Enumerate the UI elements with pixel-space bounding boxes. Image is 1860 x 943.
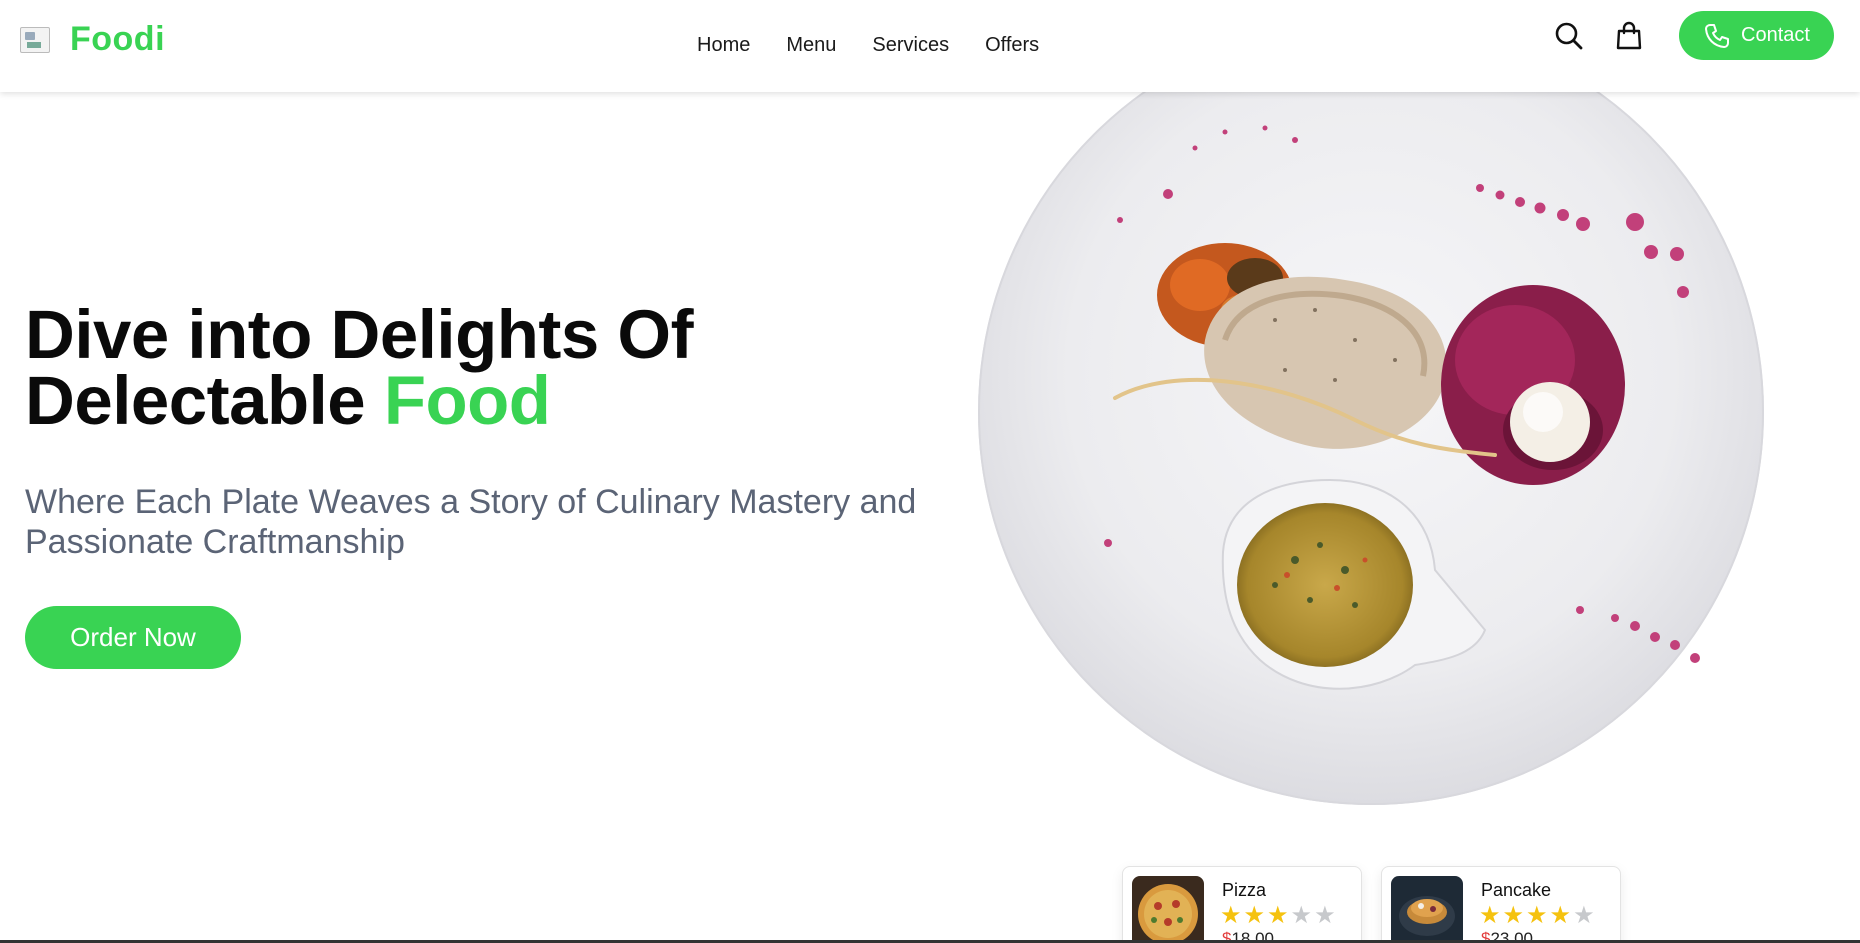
hero-title-line2: Delectable [25,362,384,439]
cart-button[interactable] [1609,16,1649,56]
main-nav: Home Menu Services Offers [697,34,1075,57]
nav-services[interactable]: Services [872,34,949,57]
star-icon: ★ [1479,902,1501,929]
food-card-pizza[interactable]: Pizza ★ ★ ★ ★ ★ $18.00 [1122,866,1362,943]
star-icon: ★ [1549,902,1572,929]
pancake-thumbnail [1391,876,1463,943]
hero-title: Dive into Delights Of Delectable Food [25,300,694,435]
rating-stars: ★ ★ ★ ★ ★ [1479,904,1597,928]
nav-offers[interactable]: Offers [985,34,1039,57]
contact-label: Contact [1741,24,1810,46]
star-icon: ★ [1267,902,1289,929]
pizza-thumbnail [1132,876,1204,943]
card-name: Pizza [1222,880,1267,900]
star-icon: ★ [1573,902,1595,929]
shopping-bag-icon [1616,21,1642,49]
star-icon: ★ [1502,902,1525,929]
phone-icon [1705,23,1730,48]
nav-menu[interactable]: Menu [786,34,836,57]
hero-subtitle: Where Each Plate Weaves a Story of Culin… [25,483,917,561]
food-card-pancake[interactable]: Pancake ★ ★ ★ ★ ★ $23.00 [1381,866,1621,943]
hero-food-image [975,40,1775,810]
rating-stars: ★ ★ ★ ★ ★ [1220,904,1338,928]
order-now-button[interactable]: Order Now [25,606,241,669]
star-icon: ★ [1526,902,1548,929]
star-icon: ★ [1290,902,1313,929]
hero-title-accent: Food [383,362,551,439]
star-icon: ★ [1243,902,1266,929]
card-name: Pancake [1481,880,1552,900]
broken-image-icon [20,26,50,53]
star-icon: ★ [1220,902,1242,929]
nav-home[interactable]: Home [697,34,750,57]
contact-button[interactable]: Contact [1679,11,1834,60]
navbar: Foodi Home Menu Services Offers Contact [0,0,1860,92]
search-icon [1555,22,1583,49]
brand-name: Foodi [70,20,166,58]
search-button[interactable] [1549,16,1589,56]
star-icon: ★ [1314,902,1336,929]
nav-actions: Contact [1549,11,1834,60]
logo[interactable]: Foodi [20,20,165,59]
